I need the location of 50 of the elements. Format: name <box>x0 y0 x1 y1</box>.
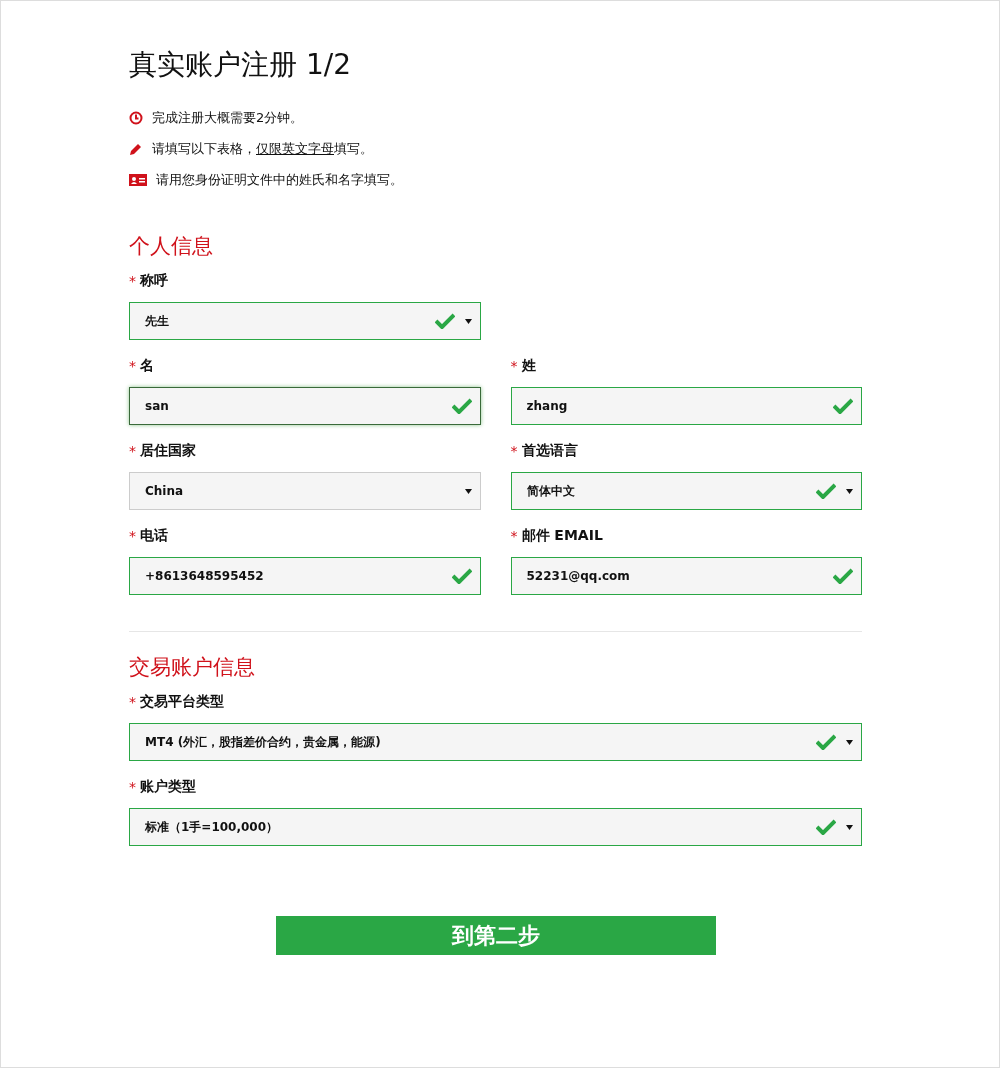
checkmark-icon <box>451 398 472 414</box>
dropdown-arrow-icon <box>465 318 472 324</box>
instruction-text: 请用您身份证明文件中的姓氏和名字填写。 <box>156 171 403 189</box>
page-title: 真实账户注册 1/2 <box>129 47 352 83</box>
checkmark-icon <box>435 313 455 329</box>
input-field[interactable]: 52231@qq.com <box>510 557 862 595</box>
required-asterisk: * <box>129 528 136 544</box>
id-card-icon <box>129 174 147 186</box>
field-label: 首选语言 <box>521 442 578 460</box>
field-label: 电话 <box>140 527 168 545</box>
instruction-text: 请填写以下表格，仅限英文字母填写。 <box>152 140 373 158</box>
pencil-icon <box>129 142 143 156</box>
dropdown-arrow-icon <box>846 488 853 494</box>
field-label: 账户类型 <box>140 778 196 796</box>
field-label: 名 <box>140 357 154 375</box>
checkmark-icon <box>816 483 836 499</box>
select-field[interactable]: 标准（1手=100,000） <box>129 808 862 846</box>
dropdown-arrow-icon <box>464 488 472 494</box>
required-asterisk: * <box>129 694 136 710</box>
section-title: 个人信息 <box>129 233 214 260</box>
input-field[interactable]: san <box>129 387 481 425</box>
instruction-link[interactable]: 仅限英文字母 <box>256 141 334 156</box>
checkmark-icon <box>816 734 836 750</box>
required-asterisk: * <box>129 273 136 289</box>
field-label: 邮件 EMAIL <box>521 527 603 545</box>
select-field[interactable]: 简体中文 <box>510 472 862 510</box>
select-field[interactable]: China <box>129 472 481 510</box>
select-field[interactable]: 先生 <box>129 302 481 340</box>
instruction-text: 完成注册大概需要2分钟。 <box>152 109 304 127</box>
checkmark-icon <box>816 819 836 835</box>
required-asterisk: * <box>129 779 136 795</box>
checkmark-icon <box>451 568 472 584</box>
input-field[interactable]: +8613648595452 <box>129 557 481 595</box>
field-label: 居住国家 <box>140 442 196 460</box>
checkmark-icon <box>833 398 853 414</box>
dropdown-arrow-icon <box>846 739 853 745</box>
dropdown-arrow-icon <box>846 824 853 830</box>
required-asterisk: * <box>129 443 136 459</box>
checkmark-icon <box>833 568 853 584</box>
field-label: 称呼 <box>140 272 168 290</box>
required-asterisk: * <box>510 528 518 544</box>
required-asterisk: * <box>129 358 136 374</box>
required-asterisk: * <box>510 443 518 459</box>
required-asterisk: * <box>510 358 518 374</box>
field-label: 交易平台类型 <box>140 693 224 711</box>
clock-icon <box>129 111 143 125</box>
section-title: 交易账户信息 <box>129 654 256 681</box>
input-field[interactable]: zhang <box>510 387 862 425</box>
select-field[interactable]: MT4 (外汇，股指差价合约，贵金属，能源) <box>129 723 862 761</box>
field-label: 姓 <box>521 357 536 375</box>
